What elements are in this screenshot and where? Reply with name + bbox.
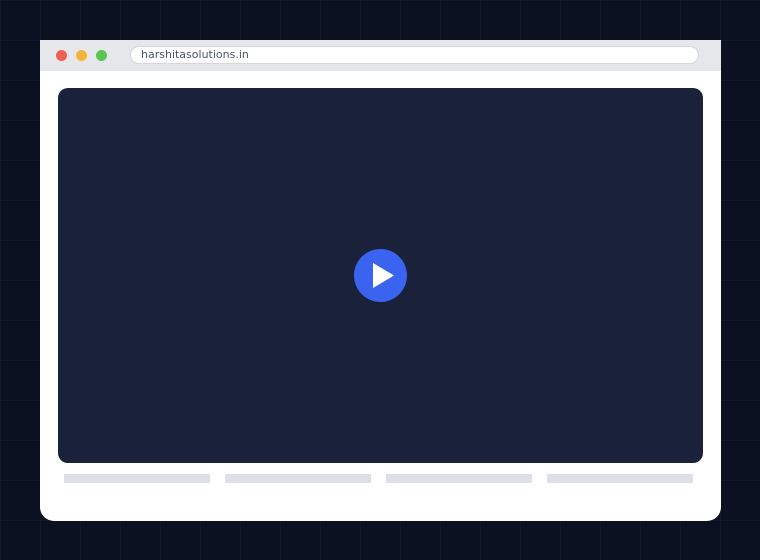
address-bar-url: harshitasolutions.in [141, 48, 249, 61]
address-bar[interactable]: harshitasolutions.in [130, 46, 699, 64]
placeholder-bar [547, 474, 693, 483]
minimize-window-button[interactable] [76, 50, 87, 61]
play-button[interactable] [354, 249, 407, 302]
placeholder-bar [64, 474, 210, 483]
close-window-button[interactable] [56, 50, 67, 61]
browser-window: harshitasolutions.in [40, 40, 721, 521]
maximize-window-button[interactable] [96, 50, 107, 61]
placeholder-bar [386, 474, 532, 483]
play-triangle-icon [373, 263, 394, 288]
browser-titlebar: harshitasolutions.in [40, 40, 721, 71]
placeholder-bar [225, 474, 371, 483]
video-player[interactable] [58, 88, 703, 463]
